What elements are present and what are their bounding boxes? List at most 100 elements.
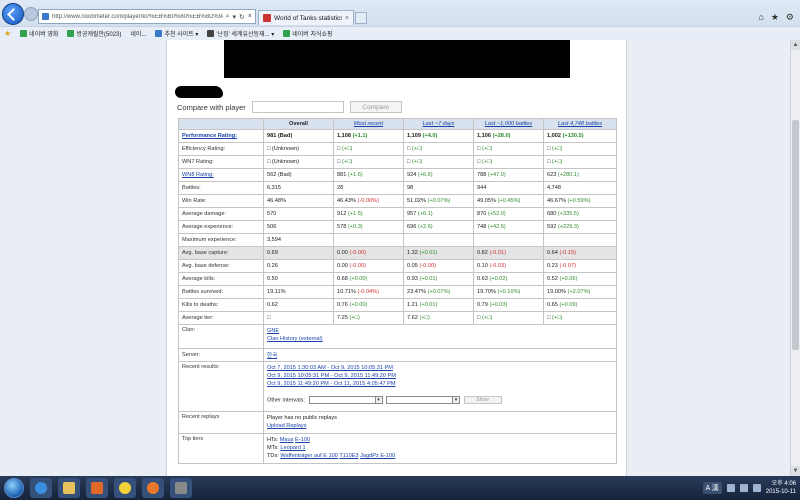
network-icon[interactable] — [726, 484, 735, 492]
stat-value: □ (+□) — [543, 155, 617, 169]
clock[interactable]: 오후 4:06 2015-10-11 — [766, 480, 796, 496]
address-bar[interactable]: http://www.noobmeter.com/player/kr/%EB%B… — [38, 9, 256, 24]
flag-icon[interactable] — [752, 484, 761, 492]
stat-value: 4,748 — [543, 181, 617, 195]
stat-label: WN7 Rating: — [178, 155, 264, 169]
naver-icon — [67, 30, 75, 37]
dropdown-icon[interactable]: ▾ — [233, 13, 237, 21]
scroll-thumb[interactable] — [792, 120, 799, 350]
stat-delta: (+0.07%) — [427, 289, 451, 295]
column-header[interactable]: Most recent — [333, 118, 404, 130]
column-header-link[interactable]: Most recent — [354, 121, 383, 127]
new-tab-button[interactable] — [355, 12, 367, 24]
favorites-star-icon[interactable]: ★ — [771, 12, 779, 23]
column-header-link[interactable]: Last ~7 days — [423, 121, 455, 127]
column-header[interactable]: Last ~7 days — [403, 118, 474, 130]
forward-button[interactable] — [24, 7, 38, 21]
stat-label[interactable]: Performance Rating: — [178, 129, 264, 143]
stat-value: □ (+□) — [473, 311, 544, 325]
clan-link[interactable]: GNE — [267, 328, 279, 334]
show-button[interactable]: Show — [463, 396, 502, 404]
stat-value: 46.67% (+0.59%) — [543, 194, 617, 208]
stat-value: 0.05 (-0.00) — [403, 259, 474, 273]
upload-replays-link[interactable]: Upload Replays — [267, 423, 307, 429]
folder-taskbar-icon[interactable] — [58, 478, 80, 498]
clan-history-link[interactable]: Clan History (external) — [267, 336, 323, 342]
stat-value: 592 (+229.3) — [543, 220, 617, 234]
stat-label: Average tier: — [178, 311, 264, 325]
stat-delta: (+280.1) — [557, 172, 579, 178]
recent-result-link[interactable]: Oct 9, 2015 10:05:31 PM - Oct 9, 2015 11… — [267, 373, 396, 379]
favorite-item[interactable]: '난징' 세계유산등재... ▾ — [207, 29, 274, 38]
gear-icon[interactable]: ⚙ — [786, 12, 794, 23]
server-link[interactable]: 한국 — [267, 353, 277, 359]
scroll-down-icon[interactable]: ▼ — [791, 466, 800, 476]
favorites-star-icon[interactable]: ★ — [4, 29, 11, 38]
app-taskbar-icon[interactable] — [142, 478, 164, 498]
favorite-item[interactable]: 네이버 지식쇼핑 — [283, 29, 333, 38]
clock-date: 2015-10-11 — [765, 489, 796, 495]
compare-button[interactable]: Compare — [349, 101, 402, 113]
refresh-icon[interactable]: ↻ — [239, 13, 245, 21]
stat-value: 28 — [333, 181, 404, 195]
column-header[interactable]: Last ~1,000 battles — [473, 118, 544, 130]
close-icon[interactable]: × — [248, 13, 252, 21]
stat-label[interactable]: WN8 Rating: — [178, 168, 264, 182]
favorite-item[interactable]: 추천 사이트 ▾ — [155, 29, 198, 38]
column-header[interactable]: Last 4,748 battles — [543, 118, 617, 130]
compare-input[interactable] — [251, 101, 344, 113]
stat-delta: (+28.0) — [492, 133, 511, 139]
stat-delta: (+0.10%) — [497, 289, 521, 295]
tab-close-icon[interactable]: × — [345, 15, 349, 22]
stat-value: 23.47% (+0.07%) — [403, 285, 474, 299]
favorite-item[interactable]: 네이버 영화 — [20, 29, 58, 38]
tank-link[interactable]: Leopard 1 — [280, 445, 305, 451]
stat-delta: (+□) — [349, 315, 360, 321]
home-icon[interactable]: ⌂ — [758, 12, 763, 23]
back-button[interactable] — [2, 3, 24, 25]
interval-start-select[interactable]: ▾ — [308, 396, 383, 404]
stat-value: □ (+□) — [543, 311, 617, 325]
interval-end-select[interactable]: ▾ — [386, 396, 461, 404]
column-header-link[interactable]: Last ~1,000 battles — [485, 121, 532, 127]
messenger-taskbar-icon[interactable] — [114, 478, 136, 498]
favorite-item[interactable]: 방공캐릴만(5023) — [67, 29, 121, 38]
volume-icon[interactable] — [739, 484, 748, 492]
stats-header-row: Overall Most recent Last ~7 days Last ~1,00… — [178, 118, 617, 130]
stat-value: 0.00 (-0.00) — [333, 246, 404, 260]
stat-delta: (+0.59%) — [567, 198, 591, 204]
ie-taskbar-icon[interactable] — [30, 478, 52, 498]
stat-value: 0.64 (-0.15) — [543, 246, 617, 260]
tank-link[interactable]: JagdPz E-100 — [360, 453, 395, 459]
stat-delta: (+0.01) — [419, 302, 438, 308]
address-text[interactable]: http://www.noobmeter.com/player/kr/%EB%B… — [52, 14, 223, 20]
recent-replays-row: Recent replays Player has no public repl… — [178, 411, 617, 434]
address-controls: ⌕ ▾ ↻ × — [226, 13, 255, 21]
ime-indicator[interactable]: A 漢 — [702, 482, 722, 494]
tab-active[interactable]: World of Tanks statistics - × — [258, 10, 354, 25]
game-taskbar-icon[interactable] — [170, 478, 192, 498]
stats-row: Battles: 6,315 28 98 944 4,748 — [178, 181, 617, 195]
column-header-link[interactable]: Last 4,748 battles — [558, 121, 602, 127]
stat-delta: (-0.00) — [349, 250, 366, 256]
scroll-up-icon[interactable]: ▲ — [791, 40, 800, 50]
favorite-item[interactable]: 네이... — [130, 29, 146, 38]
vertical-scrollbar[interactable]: ▲ ▼ — [790, 40, 800, 476]
stat-value: 1,106 (+28.0) — [473, 129, 544, 143]
tank-link[interactable]: T110E3 — [339, 453, 358, 459]
tank-link[interactable]: E-100 — [295, 437, 310, 443]
stat-delta: (+1.5) — [347, 211, 363, 217]
tank-link[interactable]: Maus — [280, 437, 294, 443]
stat-value: □ (+□) — [333, 142, 404, 156]
tank-link[interactable]: Waffenträger auf E 100 — [280, 453, 338, 459]
start-button[interactable] — [4, 478, 24, 498]
stat-delta: (+□) — [341, 146, 353, 152]
recent-result-link[interactable]: Oct 9, 2015 11:49:20 PM - Oct 11, 2015 4… — [267, 381, 396, 387]
site-icon — [155, 30, 163, 37]
recent-result-link[interactable]: Oct 7, 2015 1:30:03 AM - Oct 9, 2015 10:… — [267, 365, 393, 371]
compare-label: Compare with player — [177, 102, 246, 112]
stats-row: Performance Rating: 981 (Bad) 1,108 (+1.1)… — [178, 129, 617, 143]
stat-delta: (+□) — [341, 159, 353, 165]
search-icon[interactable]: ⌕ — [226, 13, 230, 21]
media-player-taskbar-icon[interactable] — [86, 478, 108, 498]
